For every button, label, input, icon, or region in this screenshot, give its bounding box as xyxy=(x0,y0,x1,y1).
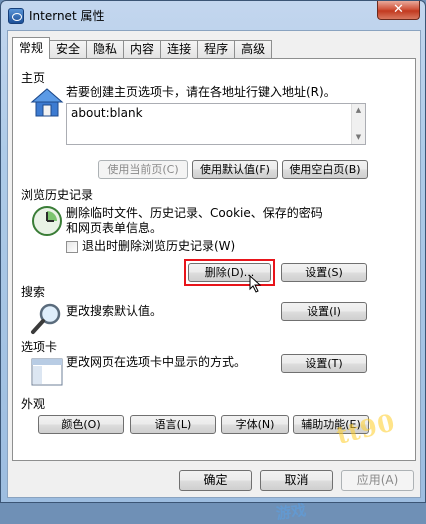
apply-button[interactable]: 应用(A) xyxy=(341,470,414,491)
close-icon: ✕ xyxy=(393,2,404,17)
home-description: 若要创建主页选项卡，请在各地址行键入地址(R)。 xyxy=(66,85,336,99)
url-scrollbar[interactable]: ▲ ▼ xyxy=(351,104,365,144)
close-button[interactable]: ✕ xyxy=(377,1,420,20)
search-settings-button[interactable]: 设置(I) xyxy=(281,302,367,321)
search-description: 更改搜索默认值。 xyxy=(66,304,163,318)
tab-content[interactable]: 内容 xyxy=(123,40,162,58)
use-blank-button[interactable]: 使用空白页(B) xyxy=(282,160,368,179)
scroll-up-icon[interactable]: ▲ xyxy=(352,104,365,117)
search-magnifier-icon xyxy=(31,303,61,334)
fonts-button[interactable]: 字体(N) xyxy=(221,415,289,434)
dialog-client-area: 常规 安全 隐私 内容 连接 程序 高级 主页 若要创建主页选项卡，请在各地址行… xyxy=(7,30,421,523)
tabs-section-title: 选项卡 xyxy=(21,340,58,354)
home-section-title: 主页 xyxy=(21,71,46,85)
ok-button[interactable]: 确定 xyxy=(179,470,252,491)
home-page-url-textarea[interactable]: about:blank ▲ ▼ xyxy=(66,103,366,145)
tabs-description: 更改网页在选项卡中显示的方式。 xyxy=(66,355,247,369)
colors-button[interactable]: 颜色(O) xyxy=(38,415,124,434)
appearance-section-title: 外观 xyxy=(21,397,46,411)
tabs-window-icon xyxy=(31,358,63,386)
general-tab-panel: 主页 若要创建主页选项卡，请在各地址行键入地址(R)。 about:blank … xyxy=(12,58,416,461)
search-section-title: 搜索 xyxy=(21,285,46,299)
tab-programs[interactable]: 程序 xyxy=(197,40,236,58)
history-section-title: 浏览历史记录 xyxy=(21,188,94,202)
history-description: 删除临时文件、历史记录、Cookie、保存的密码和网页表单信息。 xyxy=(66,206,323,235)
delete-on-exit-label[interactable]: 退出时删除浏览历史记录(W) xyxy=(82,239,235,254)
tab-connections[interactable]: 连接 xyxy=(160,40,199,58)
title-bar[interactable]: Internet 属性 ✕ xyxy=(1,1,425,29)
tab-general[interactable]: 常规 xyxy=(12,37,51,59)
internet-options-window: Internet 属性 ✕ 常规 安全 隐私 内容 连接 程序 高级 主页 若要… xyxy=(0,0,426,523)
use-default-button[interactable]: 使用默认值(F) xyxy=(192,160,278,179)
tab-advanced[interactable]: 高级 xyxy=(234,40,273,58)
cancel-button[interactable]: 取消 xyxy=(260,470,333,491)
internet-options-icon xyxy=(8,8,24,24)
home-page-url-value: about:blank xyxy=(71,106,143,120)
tab-security[interactable]: 安全 xyxy=(49,40,88,58)
history-settings-button[interactable]: 设置(S) xyxy=(281,263,367,282)
languages-button[interactable]: 语言(L) xyxy=(130,415,216,434)
tabs-settings-button[interactable]: 设置(T) xyxy=(281,354,367,373)
home-icon xyxy=(30,88,64,117)
tab-strip: 常规 安全 隐私 内容 连接 程序 高级 xyxy=(12,37,273,59)
mouse-cursor-icon xyxy=(249,275,262,293)
history-clock-icon xyxy=(32,206,62,236)
window-title: Internet 属性 xyxy=(29,9,105,23)
use-current-button[interactable]: 使用当前页(C) xyxy=(98,160,188,179)
delete-on-exit-checkbox[interactable] xyxy=(66,241,78,253)
scroll-down-icon[interactable]: ▼ xyxy=(352,131,365,144)
tab-privacy[interactable]: 隐私 xyxy=(86,40,125,58)
